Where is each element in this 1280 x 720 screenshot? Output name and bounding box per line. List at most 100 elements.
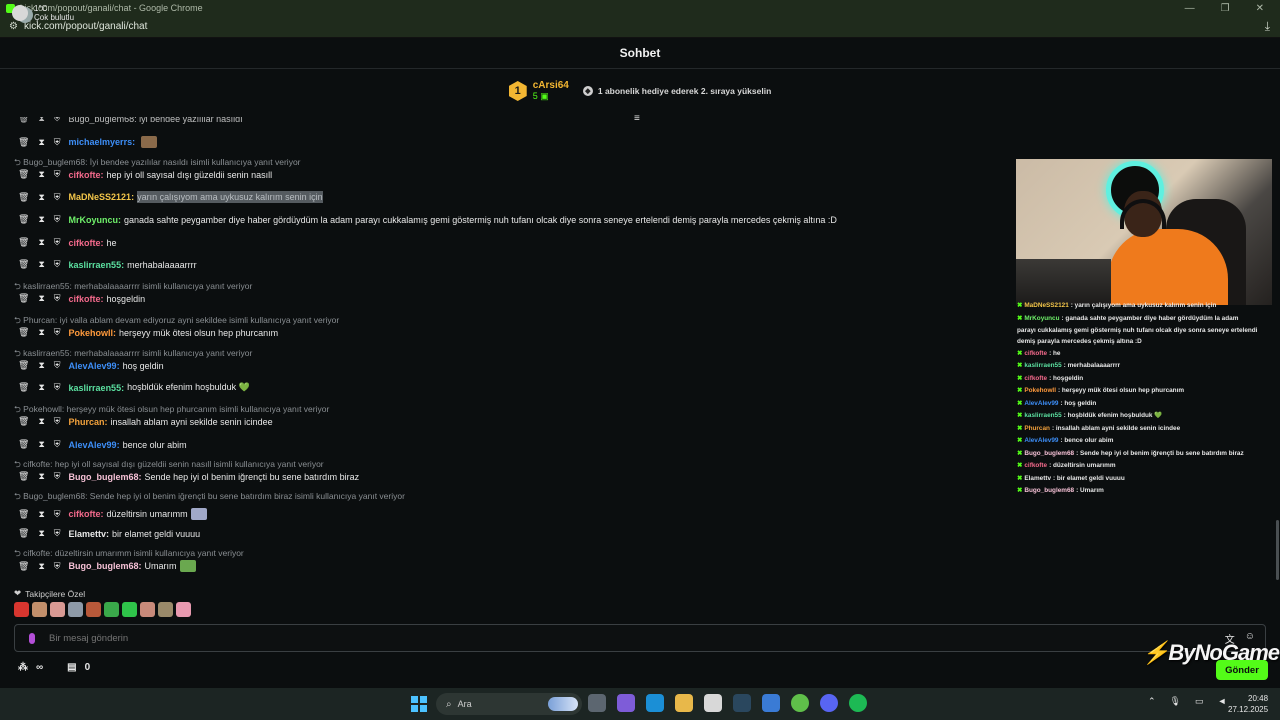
- ban-icon[interactable]: ⛨: [54, 528, 61, 539]
- username[interactable]: kaslirraen55:: [69, 260, 125, 270]
- ban-icon[interactable]: ⛨: [54, 561, 61, 572]
- username[interactable]: cifkofte:: [69, 294, 104, 304]
- start-button[interactable]: [411, 696, 427, 712]
- reply-context[interactable]: ⮌ Bugo_buglem68: Sende hep iyi ol benim …: [14, 491, 405, 505]
- message-input-box[interactable]: 文 ☺: [14, 624, 1266, 652]
- timeout-icon[interactable]: ⧗: [38, 259, 44, 270]
- volume-icon[interactable]: ◄: [1218, 696, 1227, 707]
- delete-icon[interactable]: 🗑: [18, 327, 29, 338]
- emote-shortcut-icon[interactable]: [158, 602, 173, 617]
- minimize-button[interactable]: —: [1185, 3, 1195, 14]
- emote-shortcut-icon[interactable]: [86, 602, 101, 617]
- timeout-icon[interactable]: ⧗: [38, 509, 44, 520]
- timeout-icon[interactable]: ⧗: [38, 439, 44, 450]
- taskbar-clock[interactable]: 20:48 27.12.2025: [1228, 693, 1268, 715]
- ban-icon[interactable]: ⛨: [54, 117, 61, 124]
- chat-scrollbar[interactable]: [1276, 520, 1279, 580]
- username[interactable]: cifkofte:: [69, 238, 104, 248]
- emote-shortcut-icon[interactable]: [140, 602, 155, 617]
- points-counter[interactable]: ⁂ ∞: [18, 662, 43, 673]
- ban-icon[interactable]: ⛨: [54, 214, 61, 225]
- delete-icon[interactable]: 🗑: [18, 214, 29, 225]
- ban-icon[interactable]: ⛨: [54, 192, 61, 203]
- emote-shortcut-icon[interactable]: [32, 602, 47, 617]
- spotify-icon[interactable]: [849, 694, 867, 712]
- emote-shortcut-icon[interactable]: [68, 602, 83, 617]
- timeout-icon[interactable]: ⧗: [38, 471, 44, 482]
- task-view-icon[interactable]: [588, 694, 606, 712]
- ban-icon[interactable]: ⛨: [54, 509, 61, 520]
- maximize-button[interactable]: ❐: [1221, 3, 1230, 14]
- url-text[interactable]: kick.com/popout/ganali/chat: [24, 21, 147, 32]
- file-explorer-icon[interactable]: [675, 694, 693, 712]
- delete-icon[interactable]: 🗑: [18, 471, 29, 482]
- timeout-icon[interactable]: ⧗: [38, 214, 44, 225]
- message-input[interactable]: [49, 632, 1149, 644]
- ban-icon[interactable]: ⛨: [54, 237, 61, 248]
- username[interactable]: Phurcan:: [69, 417, 108, 427]
- username[interactable]: cifkofte:: [69, 170, 104, 180]
- discord-icon[interactable]: [820, 694, 838, 712]
- gift-counter[interactable]: ▤ 0: [67, 662, 90, 673]
- emote-shortcut-icon[interactable]: [122, 602, 137, 617]
- chrome-icon[interactable]: [791, 694, 809, 712]
- send-button[interactable]: Gönder: [1216, 660, 1268, 680]
- username[interactable]: AlevAlev99:: [69, 361, 120, 371]
- tray-chevron-icon[interactable]: ⌃: [1148, 696, 1156, 707]
- username[interactable]: Elamettv:: [69, 529, 110, 539]
- delete-icon[interactable]: 🗑: [18, 192, 29, 203]
- timeout-icon[interactable]: ⧗: [38, 237, 44, 248]
- timeout-icon[interactable]: ⧗: [38, 561, 44, 572]
- username[interactable]: cifkofte:: [69, 509, 104, 519]
- ban-icon[interactable]: ⛨: [54, 471, 61, 482]
- username[interactable]: MrKoyuncu:: [69, 215, 122, 225]
- delete-icon[interactable]: 🗑: [18, 382, 29, 393]
- ban-icon[interactable]: ⛨: [54, 360, 61, 371]
- delete-icon[interactable]: 🗑: [18, 259, 29, 270]
- taskbar-search[interactable]: ⌕ Ara: [436, 693, 582, 715]
- ban-icon[interactable]: ⛨: [54, 439, 61, 450]
- gift-promo[interactable]: ◆ 1 abonelik hediye ederek 2. sıraya yük…: [582, 86, 771, 96]
- delete-icon[interactable]: 🗑: [18, 439, 29, 450]
- close-button[interactable]: ✕: [1256, 3, 1264, 14]
- microphone-icon[interactable]: [29, 632, 35, 644]
- timeout-icon[interactable]: ⧗: [38, 528, 44, 539]
- site-info-icon[interactable]: ⚙: [9, 21, 18, 32]
- timeout-icon[interactable]: ⧗: [38, 117, 44, 124]
- delete-icon[interactable]: 🗑: [18, 137, 29, 148]
- ban-icon[interactable]: ⛨: [54, 416, 61, 427]
- edge-icon[interactable]: [646, 694, 664, 712]
- delete-icon[interactable]: 🗑: [18, 509, 29, 520]
- delete-icon[interactable]: 🗑: [18, 561, 29, 572]
- emote-shortcut-icon[interactable]: [104, 602, 119, 617]
- emote-shortcut-icon[interactable]: [50, 602, 65, 617]
- delete-icon[interactable]: 🗑: [18, 169, 29, 180]
- timeout-icon[interactable]: ⧗: [38, 360, 44, 371]
- username[interactable]: AlevAlev99:: [69, 440, 120, 450]
- display-icon[interactable]: ▭: [1195, 696, 1204, 707]
- weather-widget[interactable]: 1°C Çok bulutlu: [12, 4, 74, 22]
- delete-icon[interactable]: 🗑: [18, 293, 29, 304]
- ban-icon[interactable]: ⛨: [54, 327, 61, 338]
- username[interactable]: MaDNeSS2121:: [69, 192, 135, 202]
- ban-icon[interactable]: ⛨: [54, 382, 61, 393]
- leaderboard-top[interactable]: 1 cArsi64 5 ▣: [508, 80, 569, 102]
- ban-icon[interactable]: ⛨: [54, 259, 61, 270]
- store-icon[interactable]: [704, 694, 722, 712]
- timeout-icon[interactable]: ⧗: [38, 169, 44, 180]
- delete-icon[interactable]: 🗑: [18, 237, 29, 248]
- timeout-icon[interactable]: ⧗: [38, 293, 44, 304]
- address-bar[interactable]: ⚙ kick.com/popout/ganali/chat ⤓: [0, 16, 1280, 38]
- username[interactable]: Pokehowll:: [69, 328, 117, 338]
- emote-shortcut-icon[interactable]: [14, 602, 29, 617]
- delete-icon[interactable]: 🗑: [18, 416, 29, 427]
- delete-icon[interactable]: 🗑: [18, 360, 29, 371]
- username[interactable]: Bugo_buglem68:: [69, 561, 142, 571]
- timeout-icon[interactable]: ⧗: [38, 137, 44, 148]
- download-icon[interactable]: ⤓: [1265, 19, 1270, 34]
- steam-icon[interactable]: [733, 694, 751, 712]
- delete-icon[interactable]: 🗑: [18, 528, 29, 539]
- ban-icon[interactable]: ⛨: [54, 137, 61, 148]
- timeout-icon[interactable]: ⧗: [38, 382, 44, 393]
- copilot-icon[interactable]: [617, 694, 635, 712]
